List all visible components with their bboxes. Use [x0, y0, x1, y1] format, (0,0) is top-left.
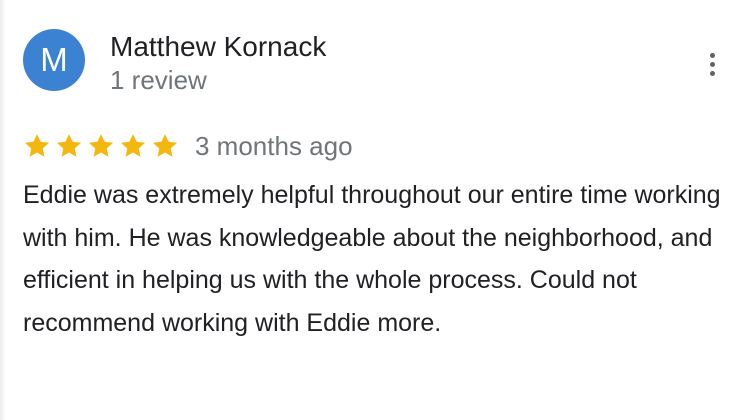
review-rating: 3 months ago — [23, 131, 353, 161]
more-options-button[interactable] — [700, 48, 724, 80]
star-icon — [24, 134, 50, 157]
review-date: 3 months ago — [195, 131, 353, 161]
star-icon — [88, 134, 114, 157]
more-vert-icon-dot — [709, 61, 715, 67]
star-icon — [56, 134, 82, 157]
reviewer-name[interactable]: Matthew Kornack — [110, 30, 326, 64]
star-icon — [152, 134, 178, 157]
more-vert-icon — [709, 52, 715, 58]
left-edge-shadow — [0, 0, 6, 420]
review-count[interactable]: 1 review — [110, 64, 207, 96]
star-rating — [23, 132, 179, 160]
avatar[interactable]: M — [23, 29, 85, 91]
star-icon — [120, 134, 146, 157]
more-vert-icon-dot — [709, 70, 715, 76]
review-text: Eddie was extremely helpful throughout o… — [23, 181, 721, 337]
